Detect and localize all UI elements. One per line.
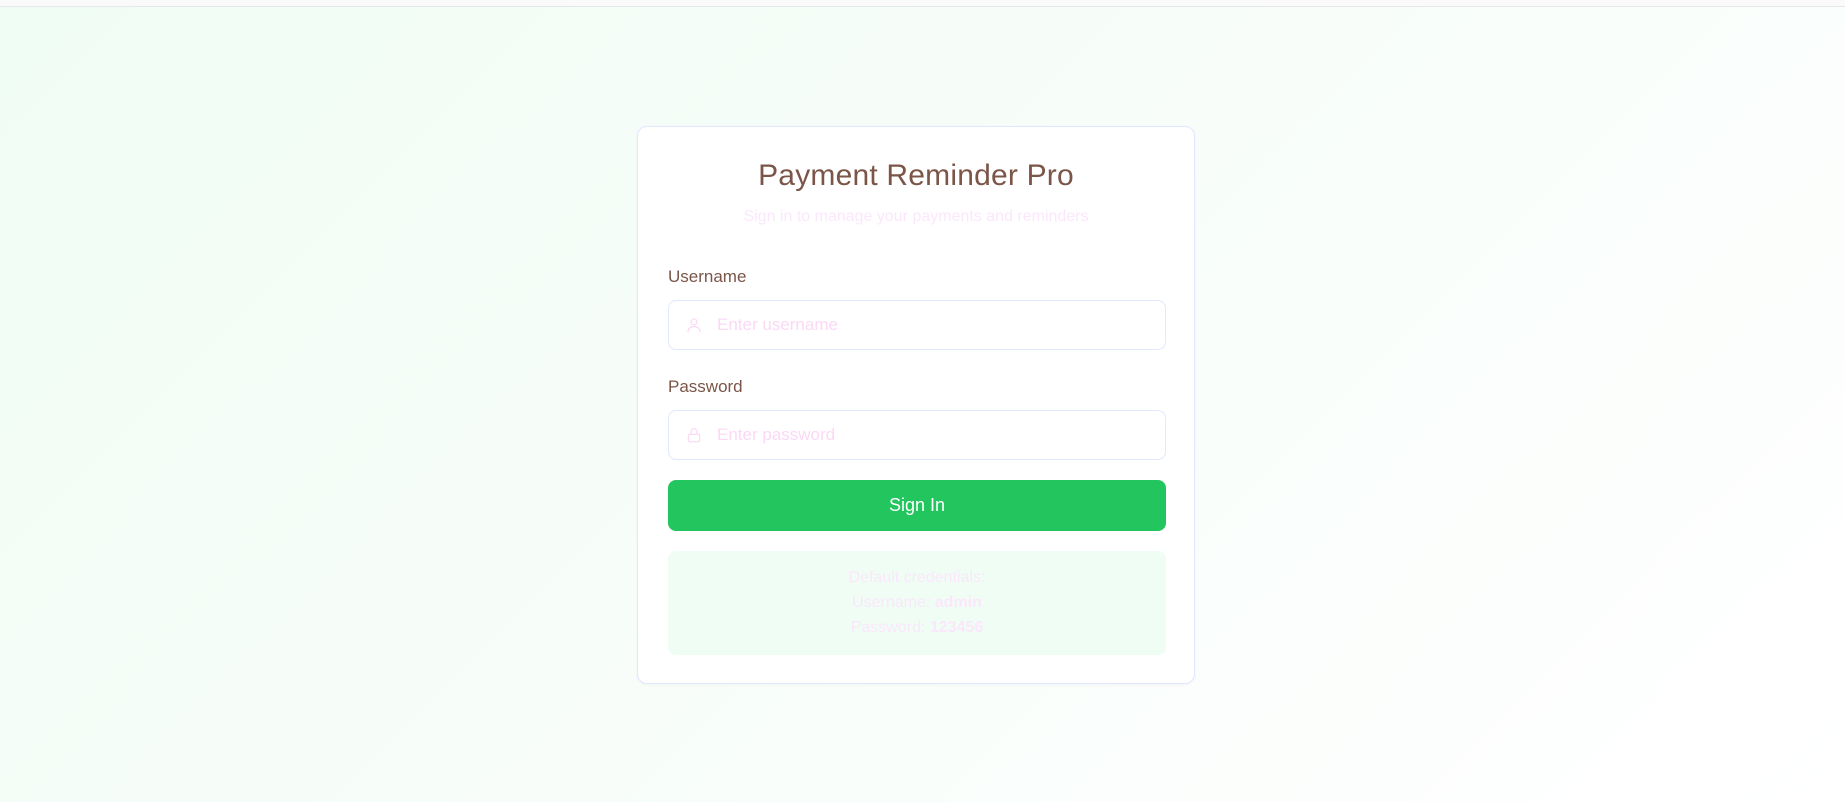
login-card: Payment Reminder Pro Sign in to manage y… xyxy=(637,126,1195,684)
credentials-username-label: Username: xyxy=(852,594,931,611)
credentials-password-value: 123456 xyxy=(929,619,984,636)
app-title: Payment Reminder Pro xyxy=(758,159,1074,192)
default-credentials-box: Default credentials: Username: admin Pas… xyxy=(668,551,1166,655)
browser-top-bar xyxy=(0,0,1845,7)
username-field[interactable] xyxy=(668,300,1166,350)
password-label: Password xyxy=(668,377,743,396)
lock-icon xyxy=(687,428,701,443)
credentials-heading: Default credentials: xyxy=(848,569,986,586)
credentials-password-label: Password: xyxy=(850,619,926,636)
username-label: Username xyxy=(668,267,747,286)
app-subtitle: Sign in to manage your payments and remi… xyxy=(743,208,1089,225)
credentials-username-value: admin xyxy=(934,594,982,611)
user-icon xyxy=(687,318,701,333)
credentials-username-line: Username: admin xyxy=(668,594,1166,612)
username-input[interactable] xyxy=(717,301,1157,349)
password-field[interactable] xyxy=(668,410,1166,460)
credentials-password-line: Password: 123456 xyxy=(668,619,1166,637)
password-input[interactable] xyxy=(717,411,1157,459)
sign-in-button[interactable]: Sign In xyxy=(668,480,1166,531)
